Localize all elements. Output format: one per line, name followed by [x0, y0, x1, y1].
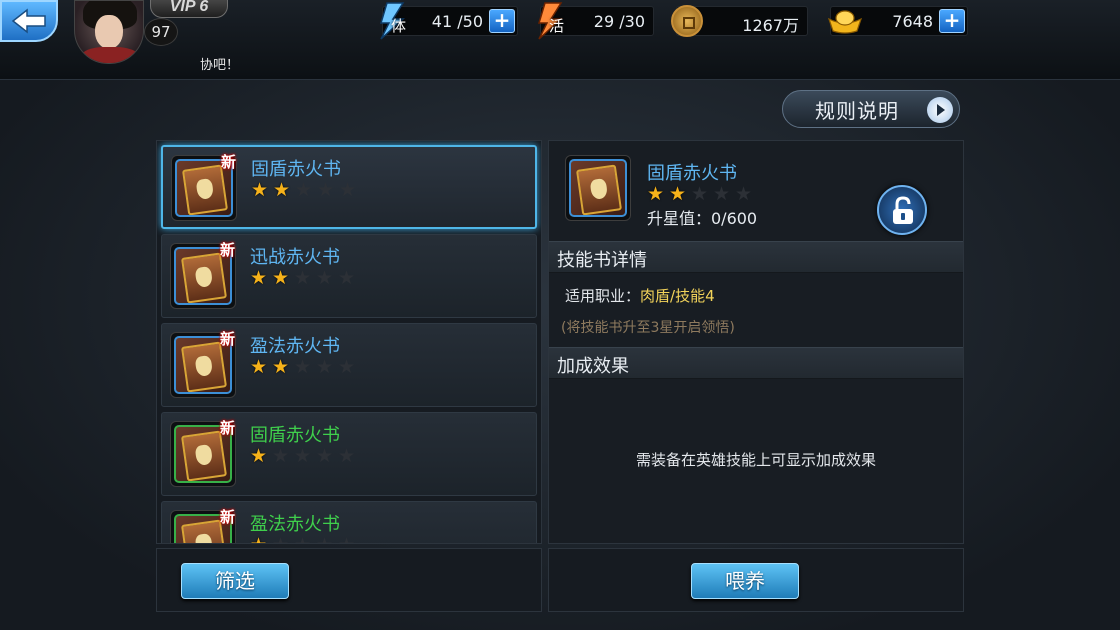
book-list-item[interactable]: 新固盾赤火书 ★ ★ ★ ★ ★ — [161, 145, 537, 229]
star-filled-icon: ★ — [647, 183, 665, 205]
new-badge: 新 — [220, 419, 236, 437]
add-gold-button[interactable]: + — [939, 9, 965, 33]
copper-coin-icon — [671, 5, 703, 37]
stamina-counter: 体 41 /50 + — [379, 2, 518, 40]
book-list-item[interactable]: 新固盾赤火书 ★ ★ ★ ★ ★ — [161, 412, 537, 496]
star-filled-icon: ★ — [250, 445, 268, 467]
back-button[interactable] — [0, 0, 58, 42]
career-value: 肉盾/技能4 — [640, 287, 715, 305]
detail-header: 固盾赤火书 ★ ★ ★ ★ ★ 升星值：0/600 — [549, 141, 963, 241]
star-empty-icon: ★ — [272, 445, 290, 467]
stamina-value: 41 /50 — [431, 12, 483, 31]
gold-value: 7648 — [892, 12, 933, 31]
star-filled-icon: ★ — [251, 179, 269, 201]
list-footer: 筛选 — [156, 548, 542, 612]
star-empty-icon: ★ — [338, 267, 356, 289]
unlock-icon — [893, 196, 913, 224]
skill-detail-header: 技能书详情 — [549, 241, 963, 273]
star-filled-icon: ★ — [250, 536, 269, 544]
bonus-empty-text: 需装备在英雄技能上可显示加成效果 — [635, 451, 876, 469]
book-list-item[interactable]: 新迅战赤火书 ★ ★ ★ ★ ★ — [161, 234, 537, 318]
star-rating: ★★★★★ — [250, 536, 357, 544]
book-name: 迅战赤火书 — [250, 247, 340, 268]
gold-ingot-icon — [827, 7, 863, 35]
star-empty-icon: ★ — [294, 445, 312, 467]
book-name: 固盾赤火书 — [250, 425, 340, 446]
star-empty-icon: ★ — [735, 183, 753, 205]
book-name: 固盾赤火书 — [251, 159, 341, 180]
vip-badge[interactable]: VIP 6 — [150, 0, 228, 18]
star-empty-icon: ★ — [713, 183, 731, 205]
new-badge: 新 — [221, 153, 237, 171]
coins-value: 1267万 — [742, 16, 799, 35]
star-empty-icon: ★ — [294, 267, 312, 289]
star-empty-icon: ★ — [316, 536, 335, 544]
star-empty-icon: ★ — [295, 179, 313, 201]
star-rating: ★★★★★ — [250, 269, 357, 288]
energy-counter: 活 29 /30 — [537, 2, 654, 40]
book-detail-panel: 固盾赤火书 ★ ★ ★ ★ ★ 升星值：0/600 技能书详情 适用职业：肉盾/技能4 … — [548, 140, 964, 544]
filter-button[interactable]: 筛选 — [181, 563, 289, 599]
star-empty-icon: ★ — [317, 179, 335, 201]
detail-book-name: 固盾赤火书 — [647, 163, 737, 184]
star-empty-icon: ★ — [316, 267, 334, 289]
gold-counter: 7648 + — [827, 6, 968, 36]
energy-value: 29 /30 — [593, 12, 645, 31]
star-filled-icon: ★ — [669, 183, 687, 205]
book-name: 盈法赤火书 — [250, 514, 340, 535]
star-empty-icon: ★ — [338, 445, 356, 467]
lightning-energy-icon: 活 — [531, 1, 571, 41]
scrolling-notice: 协吧！ — [200, 58, 240, 73]
bonus-effect-header: 加成效果 — [549, 347, 963, 379]
coins-counter: 1267万 — [671, 5, 808, 37]
detail-star-rating: ★ ★ ★ ★ ★ — [647, 185, 754, 204]
star-empty-icon: ★ — [294, 356, 312, 378]
book-name: 盈法赤火书 — [250, 336, 340, 357]
star-empty-icon: ★ — [691, 183, 709, 205]
detail-footer: 喂养 — [548, 548, 964, 612]
star-empty-icon: ★ — [338, 356, 356, 378]
top-bar: VIP 6 97 体 41 /50 + 活 29 /30 1267万 7648 … — [0, 0, 1120, 80]
star-rating: ★★★★★ — [250, 358, 357, 377]
star-empty-icon: ★ — [272, 536, 291, 544]
star-rating: ★★★★★ — [251, 181, 358, 200]
add-stamina-button[interactable]: + — [489, 9, 515, 33]
unlock-button[interactable] — [877, 185, 927, 235]
star-empty-icon: ★ — [294, 536, 313, 544]
lightning-stamina-icon: 体 — [373, 1, 413, 41]
rules-button-label: 规则说明 — [815, 98, 899, 123]
unlock-hint: (将技能书升至3星开启领悟) — [561, 320, 735, 336]
skill-detail-title: 技能书详情 — [557, 250, 647, 271]
star-filled-icon: ★ — [272, 267, 290, 289]
applicable-career: 适用职业：肉盾/技能4 — [565, 285, 715, 306]
star-empty-icon: ★ — [316, 356, 334, 378]
stamina-glyph: 体 — [391, 17, 407, 35]
star-filled-icon: ★ — [273, 179, 291, 201]
book-list-item[interactable]: 新盈法赤火书★★★★★ — [161, 501, 537, 544]
career-label: 适用职业： — [565, 287, 641, 305]
play-arrow-icon — [927, 97, 953, 123]
player-level: 97 — [144, 18, 178, 46]
player-avatar[interactable] — [74, 0, 144, 64]
star-empty-icon: ★ — [316, 445, 334, 467]
bonus-effect-title: 加成效果 — [557, 356, 629, 377]
rules-button[interactable]: 规则说明 — [782, 90, 960, 128]
star-rating: ★★★★★ — [250, 447, 357, 466]
arrow-left-icon — [11, 8, 46, 34]
new-badge: 新 — [220, 241, 236, 259]
new-badge: 新 — [220, 508, 236, 526]
energy-glyph: 活 — [549, 17, 565, 35]
star-filled-icon: ★ — [272, 356, 290, 378]
book-list[interactable]: 新固盾赤火书 ★ ★ ★ ★ ★ 新迅战赤火书 ★ ★ ★ ★ ★ 新盈法赤火书 ★ ★ ★ ★ ★ 新固盾赤火书 ★… — [156, 140, 542, 544]
star-empty-icon: ★ — [339, 179, 357, 201]
feed-button[interactable]: 喂养 — [691, 563, 799, 599]
book-list-item[interactable]: 新盈法赤火书★★★★★ — [161, 323, 537, 407]
new-badge: 新 — [220, 330, 236, 348]
star-filled-icon: ★ — [250, 267, 268, 289]
star-empty-icon: ★ — [338, 536, 357, 544]
star-progress: 升星值：0/600 — [647, 209, 758, 228]
star-filled-icon: ★ — [250, 356, 268, 378]
skill-book-icon[interactable] — [565, 155, 631, 221]
